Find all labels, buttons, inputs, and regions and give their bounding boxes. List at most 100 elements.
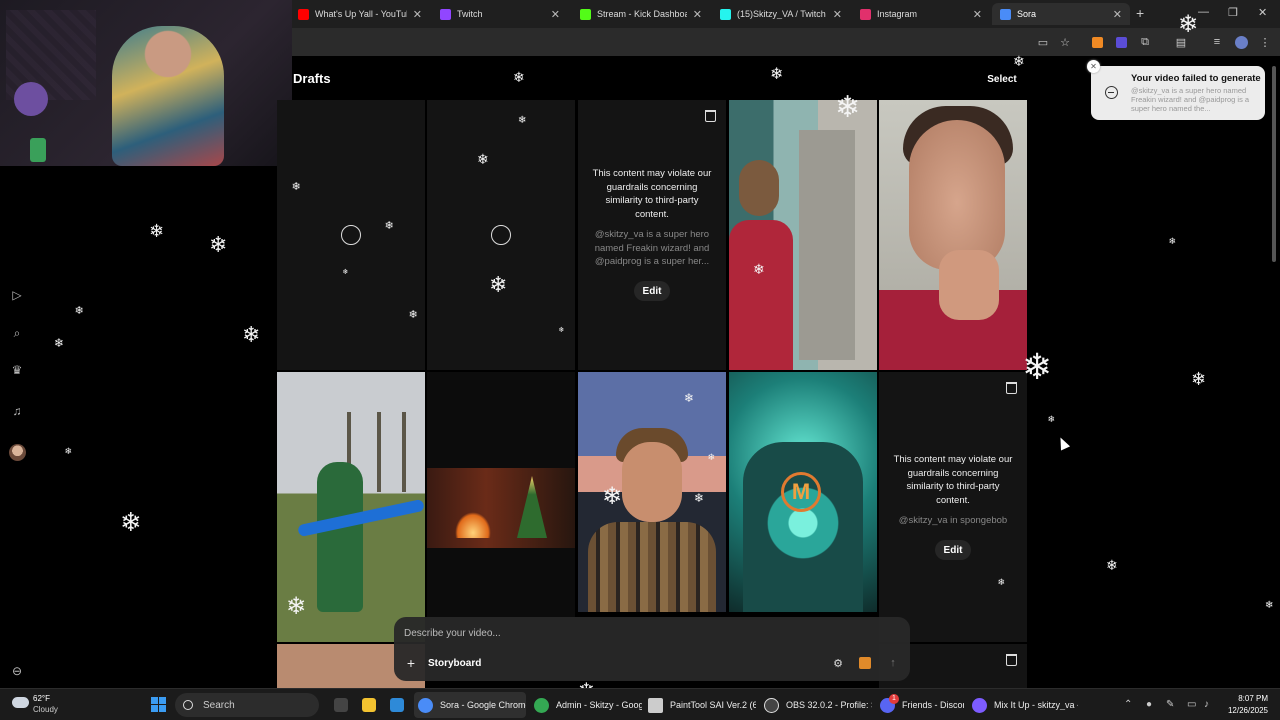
explore-icon[interactable]: ▷ bbox=[8, 286, 26, 304]
more-options-icon[interactable]: ⊖ bbox=[8, 662, 26, 680]
clock-time[interactable]: 8:07 PM bbox=[1226, 694, 1268, 703]
taskbar-app-chrome-admin[interactable]: Admin - Skitzy - Goog bbox=[530, 692, 642, 718]
draft-tile-video[interactable] bbox=[578, 372, 726, 612]
microphone-icon[interactable]: ● bbox=[1146, 699, 1152, 710]
close-icon[interactable]: ✕ bbox=[413, 8, 422, 21]
extension-orange-icon[interactable] bbox=[1088, 33, 1106, 51]
screen: What's Up Yall - YouTube ✕ Twitch ✕ Stre… bbox=[0, 0, 1280, 720]
prompt-input[interactable]: Describe your video... bbox=[404, 628, 501, 639]
chevron-up-icon[interactable]: ⌃ bbox=[1124, 699, 1132, 710]
storyboard-button[interactable]: Storyboard bbox=[428, 655, 481, 671]
notification-badge: 1 bbox=[889, 693, 899, 704]
tab-twitch[interactable]: Twitch ✕ bbox=[432, 3, 568, 25]
snowflake-icon: ❄ bbox=[1047, 414, 1056, 425]
toast-close-button[interactable]: ✕ bbox=[1087, 60, 1100, 73]
select-button[interactable]: Select bbox=[978, 69, 1026, 89]
minimize-button[interactable]: — bbox=[1198, 6, 1209, 18]
snowflake-icon: ❄ bbox=[120, 508, 142, 538]
tab-kick[interactable]: Stream - Kick Dashboard ✕ bbox=[572, 3, 710, 25]
close-icon[interactable]: ✕ bbox=[973, 8, 982, 21]
close-icon[interactable]: ✕ bbox=[1113, 8, 1122, 21]
taskbar-search[interactable]: Search bbox=[175, 693, 319, 717]
close-icon[interactable]: ✕ bbox=[551, 8, 560, 21]
side-panel-icon[interactable]: ▤ bbox=[1172, 33, 1190, 51]
tab-instagram[interactable]: Instagram ✕ bbox=[852, 3, 990, 25]
profile-avatar-icon[interactable] bbox=[1232, 33, 1250, 51]
settings-sliders-icon[interactable]: ⚙ bbox=[830, 655, 846, 671]
loading-spinner-icon bbox=[491, 225, 511, 245]
scrollbar-thumb[interactable] bbox=[1272, 66, 1276, 262]
video-thumbnail bbox=[879, 100, 1027, 370]
gift-icon[interactable] bbox=[857, 655, 873, 671]
search-icon bbox=[183, 700, 193, 710]
new-tab-button[interactable]: + bbox=[1136, 5, 1144, 21]
taskbar-app-discord[interactable]: 1 Friends - Discord bbox=[876, 692, 964, 718]
tab-label: Stream - Kick Dashboard bbox=[597, 9, 687, 19]
submit-arrow-icon[interactable]: ↑ bbox=[885, 655, 901, 671]
mouse-cursor bbox=[1055, 435, 1071, 451]
bookmark-star-icon[interactable]: ☆ bbox=[1056, 33, 1074, 51]
draft-tile-video[interactable] bbox=[729, 100, 877, 370]
taskbar-app-obs[interactable]: OBS 32.0.2 - Profile: St bbox=[760, 692, 872, 718]
scrollbar[interactable] bbox=[1270, 58, 1278, 678]
hero-emblem: M bbox=[781, 472, 821, 512]
add-media-button[interactable]: + bbox=[403, 655, 419, 671]
trash-icon[interactable] bbox=[705, 110, 716, 122]
draft-tile-video[interactable] bbox=[277, 372, 425, 642]
tab-youtube[interactable]: What's Up Yall - YouTube ✕ bbox=[290, 3, 430, 25]
volume-icon[interactable]: ♪ bbox=[1204, 699, 1209, 710]
draft-tile-video[interactable] bbox=[427, 372, 575, 642]
draft-tile-loading[interactable] bbox=[427, 100, 575, 370]
cast-icon[interactable]: ▭ bbox=[1034, 33, 1052, 51]
chrome-icon bbox=[534, 697, 549, 713]
network-icon[interactable]: ▭ bbox=[1187, 699, 1196, 710]
weather-description[interactable]: Cloudy bbox=[33, 705, 58, 714]
close-icon[interactable]: ✕ bbox=[833, 8, 842, 21]
extensions-puzzle-icon[interactable]: ⧉ bbox=[1136, 33, 1154, 51]
task-view-icon[interactable] bbox=[330, 693, 352, 717]
chrome-menu-icon[interactable]: ⋮ bbox=[1256, 33, 1274, 51]
error-toast: ✕ Your video failed to generate @skitzy_… bbox=[1087, 60, 1265, 120]
clock-date[interactable]: 12/26/2025 bbox=[1220, 706, 1268, 715]
window-close-button[interactable]: ✕ bbox=[1258, 6, 1267, 19]
trash-icon[interactable] bbox=[1006, 654, 1017, 666]
tab-label: Instagram bbox=[877, 9, 918, 19]
start-button[interactable] bbox=[151, 697, 166, 712]
weather-temperature[interactable]: 62°F bbox=[33, 694, 50, 703]
maximize-button[interactable]: ❐ bbox=[1228, 6, 1238, 19]
edit-button[interactable]: Edit bbox=[634, 281, 670, 301]
taskbar-app-painttool[interactable]: PaintTool SAI Ver.2 (64 bbox=[644, 692, 756, 718]
draft-tile-video[interactable] bbox=[879, 100, 1027, 370]
edit-button[interactable]: Edit bbox=[935, 540, 971, 560]
tab-sora[interactable]: Sora ✕ bbox=[992, 3, 1130, 25]
draft-tile-blocked[interactable]: This content may violate our guardrails … bbox=[879, 372, 1027, 642]
trash-icon[interactable] bbox=[1006, 382, 1017, 394]
draft-tile-video[interactable]: M bbox=[729, 372, 877, 612]
draft-tile-loading[interactable] bbox=[277, 100, 425, 370]
streamer bbox=[112, 26, 224, 166]
taskbar-app-chrome-sora[interactable]: Sora - Google Chrome bbox=[414, 692, 526, 718]
draft-tile-blocked[interactable]: This content may violate our guardrails … bbox=[578, 100, 726, 370]
sora-icon bbox=[1000, 8, 1011, 20]
close-icon[interactable]: ✕ bbox=[693, 8, 702, 21]
pen-icon[interactable]: ✎ bbox=[1166, 699, 1174, 710]
snowflake-icon: ❄ bbox=[513, 70, 525, 86]
video-thumbnail bbox=[729, 100, 877, 370]
taskbar-app-mixitup[interactable]: Mix It Up - skitzy_va - bbox=[968, 692, 1078, 718]
error-icon bbox=[1105, 86, 1118, 99]
notifications-bell-icon[interactable]: ♫ bbox=[8, 402, 26, 420]
photos-icon[interactable] bbox=[386, 693, 408, 717]
file-explorer-icon[interactable] bbox=[358, 693, 380, 717]
instagram-icon bbox=[860, 8, 871, 20]
trophy-icon[interactable]: ♛ bbox=[8, 361, 26, 379]
url-field[interactable] bbox=[300, 32, 1020, 52]
media-controls-icon[interactable]: ≡ bbox=[1208, 33, 1226, 51]
twitch-icon bbox=[440, 8, 451, 20]
search-label: Search bbox=[203, 699, 235, 711]
profile-avatar[interactable] bbox=[9, 444, 26, 461]
obs-icon bbox=[764, 697, 779, 713]
search-icon[interactable]: ⌕ bbox=[8, 324, 26, 342]
tab-tiktok[interactable]: (15)Skitzy_VA / Twitch and ✕ bbox=[712, 3, 850, 25]
extension-shield-icon[interactable] bbox=[1112, 33, 1130, 51]
kick-icon bbox=[580, 8, 591, 20]
